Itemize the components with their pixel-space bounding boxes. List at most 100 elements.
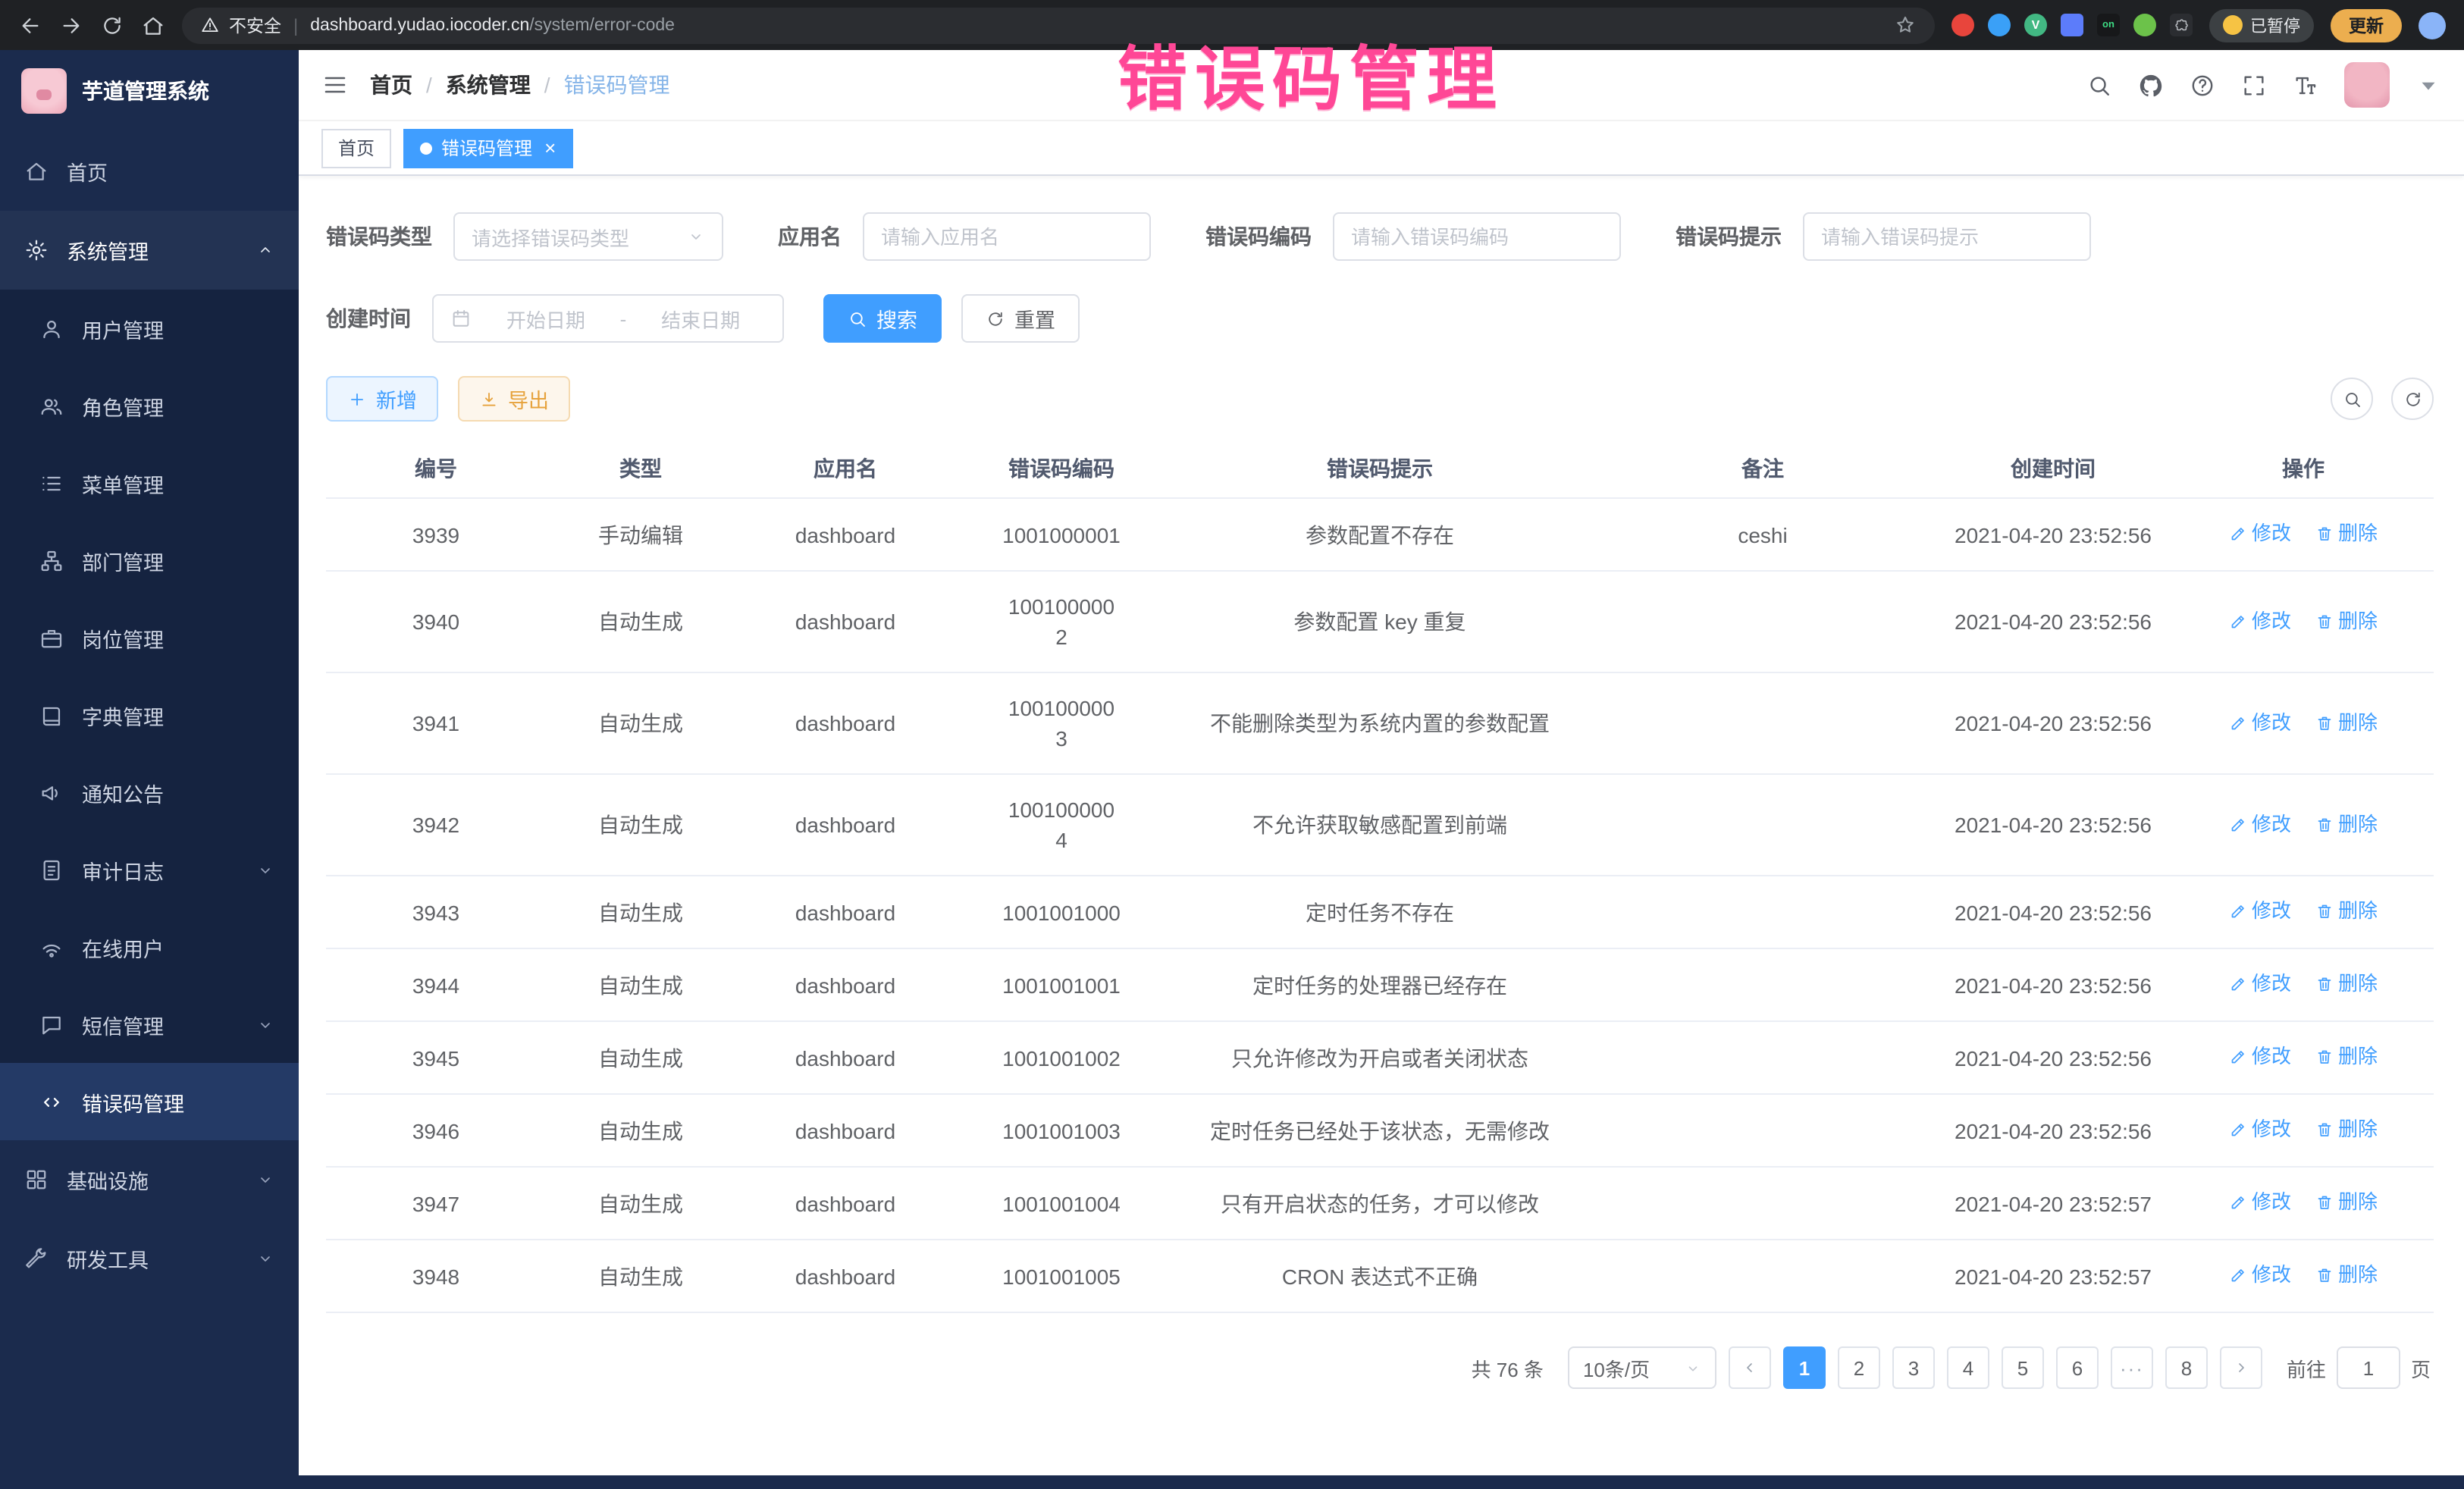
delete-link[interactable]: 删除 [2315, 606, 2378, 636]
pager-more[interactable]: ··· [2111, 1346, 2153, 1389]
page-button-1[interactable]: 1 [1783, 1346, 1826, 1389]
export-button[interactable]: 导出 [458, 376, 570, 422]
row-app: dashboard [735, 571, 955, 672]
sidebar-item-通知公告[interactable]: 通知公告 [0, 754, 299, 831]
delete-link[interactable]: 删除 [2315, 969, 2378, 999]
page-button-6[interactable]: 6 [2056, 1346, 2099, 1389]
error-type-select[interactable]: 请选择错误码类型 [453, 212, 723, 261]
delete-link[interactable]: 删除 [2315, 1187, 2378, 1218]
breadcrumb-system[interactable]: 系统管理 [446, 70, 531, 100]
error-hint-input[interactable] [1821, 225, 2073, 248]
page-button-5[interactable]: 5 [2002, 1346, 2044, 1389]
edit-link[interactable]: 修改 [2229, 809, 2291, 839]
row-time: 2021-04-20 23:52:57 [1933, 1240, 2173, 1312]
page-size-select[interactable]: 10条/页 [1568, 1346, 1716, 1389]
page-button-4[interactable]: 4 [1947, 1346, 1989, 1389]
next-page-button[interactable] [2220, 1346, 2262, 1389]
forward-icon[interactable] [59, 13, 83, 37]
sidebar-item-研发工具[interactable]: 研发工具 [0, 1219, 299, 1298]
reset-button[interactable]: 重置 [961, 294, 1080, 343]
fullscreen-icon[interactable] [2241, 72, 2267, 98]
row-code: 1001001005 [955, 1240, 1168, 1312]
edit-link[interactable]: 修改 [2229, 519, 2291, 549]
close-tab-icon[interactable]: × [544, 138, 556, 158]
delete-link[interactable]: 删除 [2315, 519, 2378, 549]
home-icon[interactable] [141, 13, 165, 37]
sidebar-item-首页[interactable]: 首页 [0, 132, 299, 211]
question-icon[interactable] [2190, 72, 2215, 98]
delete-link[interactable]: 删除 [2315, 707, 2378, 738]
extension-icon[interactable] [1988, 14, 2011, 36]
tab-home[interactable]: 首页 [321, 128, 391, 168]
sidebar-item-部门管理[interactable]: 部门管理 [0, 522, 299, 599]
delete-link[interactable]: 删除 [2315, 896, 2378, 926]
error-code-input[interactable] [1351, 225, 1603, 248]
sidebar-item-字典管理[interactable]: 字典管理 [0, 676, 299, 754]
tab-error-code[interactable]: 错误码管理 × [403, 128, 572, 168]
breadcrumb-home[interactable]: 首页 [370, 70, 412, 100]
search-icon[interactable] [2086, 72, 2112, 98]
sidebar-item-用户管理[interactable]: 用户管理 [0, 290, 299, 367]
github-icon[interactable] [2138, 72, 2164, 98]
sidebar-item-岗位管理[interactable]: 岗位管理 [0, 599, 299, 676]
search-button[interactable]: 搜索 [823, 294, 942, 343]
edit-link[interactable]: 修改 [2229, 606, 2291, 636]
sidebar-item-短信管理[interactable]: 短信管理 [0, 986, 299, 1063]
extension-icon[interactable] [2133, 14, 2156, 36]
star-icon[interactable] [1894, 14, 1917, 36]
extension-icon[interactable] [1951, 14, 1974, 36]
edit-link[interactable]: 修改 [2229, 1114, 2291, 1145]
breadcrumb-current: 错误码管理 [564, 70, 670, 100]
page-button-3[interactable]: 3 [1892, 1346, 1935, 1389]
goto-page-input[interactable] [2337, 1346, 2400, 1389]
sidebar-item-错误码管理[interactable]: 错误码管理 [0, 1063, 299, 1140]
edit-icon [2229, 525, 2247, 543]
row-type: 自动生成 [546, 1021, 735, 1094]
sidebar-item-在线用户[interactable]: 在线用户 [0, 908, 299, 986]
browser-avatar[interactable] [2419, 11, 2446, 39]
app-name-input[interactable] [881, 225, 1133, 248]
sidebar-item-角色管理[interactable]: 角色管理 [0, 367, 299, 444]
profile-paused-badge[interactable]: 已暂停 [2209, 8, 2314, 42]
prev-page-button[interactable] [1729, 1346, 1771, 1389]
date-range-picker[interactable]: 开始日期 - 结束日期 [432, 294, 784, 343]
logo-row[interactable]: 芋道管理系统 [0, 50, 299, 132]
back-icon[interactable] [18, 13, 42, 37]
delete-link[interactable]: 删除 [2315, 809, 2378, 839]
reload-icon[interactable] [100, 13, 124, 37]
add-button[interactable]: 新增 [326, 376, 438, 422]
hamburger-icon[interactable] [321, 71, 349, 99]
vue-devtools-icon[interactable]: V [2024, 14, 2047, 36]
page-button-8[interactable]: 8 [2165, 1346, 2208, 1389]
browser-update-button[interactable]: 更新 [2331, 8, 2402, 42]
sidebar-item-基础设施[interactable]: 基础设施 [0, 1140, 299, 1219]
edit-link[interactable]: 修改 [2229, 1187, 2291, 1218]
refresh-table-button[interactable] [2391, 378, 2434, 420]
security-indicator[interactable]: 不安全 [200, 13, 281, 37]
wifi-icon [39, 935, 64, 959]
user-avatar[interactable] [2344, 62, 2390, 108]
delete-link[interactable]: 删除 [2315, 1114, 2378, 1145]
sidebar-item-系统管理[interactable]: 系统管理 [0, 211, 299, 290]
row-app: dashboard [735, 1167, 955, 1240]
delete-link[interactable]: 删除 [2315, 1260, 2378, 1290]
delete-link[interactable]: 删除 [2315, 1042, 2378, 1072]
edit-link[interactable]: 修改 [2229, 707, 2291, 738]
extension-icon[interactable] [2061, 14, 2083, 36]
row-time: 2021-04-20 23:52:57 [1933, 1167, 2173, 1240]
edit-link[interactable]: 修改 [2229, 1042, 2291, 1072]
edit-link[interactable]: 修改 [2229, 896, 2291, 926]
sidebar-item-审计日志[interactable]: 审计日志 [0, 831, 299, 908]
fontsize-icon[interactable] [2293, 72, 2318, 98]
page-button-2[interactable]: 2 [1838, 1346, 1880, 1389]
toggle-search-button[interactable] [2331, 378, 2373, 420]
puzzle-icon[interactable] [2170, 14, 2193, 36]
caret-down-icon[interactable] [2415, 72, 2441, 98]
chevron-down-icon [256, 1015, 274, 1033]
sidebar-item-菜单管理[interactable]: 菜单管理 [0, 444, 299, 522]
url-bar[interactable]: 不安全 | dashboard.yudao.iocoder.cn/system/… [182, 7, 1935, 43]
edit-link[interactable]: 修改 [2229, 1260, 2291, 1290]
edit-link[interactable]: 修改 [2229, 969, 2291, 999]
extension-icon[interactable]: on [2097, 14, 2120, 36]
main-panel: 首页 / 系统管理 / 错误码管理 首页 [299, 50, 2464, 1489]
